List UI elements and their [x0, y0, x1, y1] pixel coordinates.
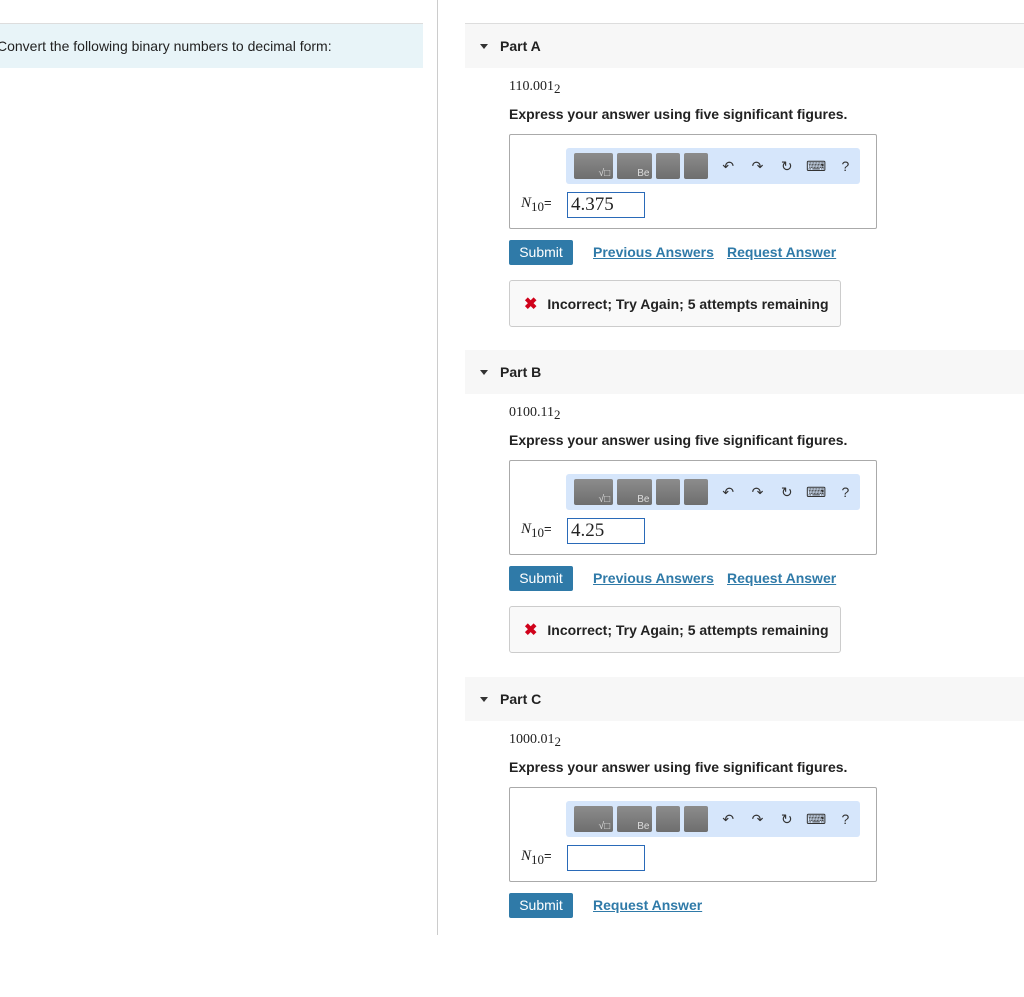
- binary-digits: 1000.01: [509, 732, 555, 747]
- incorrect-x-icon: ✖: [524, 295, 538, 313]
- problem-prompt: Convert the following binary numbers to …: [0, 24, 423, 68]
- feedback-box: ✖ Incorrect; Try Again; 5 attempts remain…: [509, 606, 841, 653]
- binary-digits: 110.001: [509, 79, 554, 94]
- column-divider: [437, 0, 438, 935]
- templates-button[interactable]: √□: [574, 479, 614, 505]
- format-button[interactable]: [656, 153, 681, 179]
- units-button[interactable]: [684, 153, 708, 179]
- answer-box: √□ Be ↶ ↷ ↻ ⌨ ? N10= 4.375: [509, 134, 877, 229]
- answer-label: N10=: [521, 195, 552, 214]
- answer-input[interactable]: 4.375: [567, 192, 645, 218]
- caret-down-icon[interactable]: [480, 696, 488, 702]
- units-button[interactable]: [684, 479, 708, 505]
- previous-answers-link[interactable]: Previous Answers: [593, 570, 714, 586]
- format-button[interactable]: [656, 806, 681, 832]
- binary-number: 1000.012: [509, 732, 561, 750]
- keyboard-icon[interactable]: ⌨: [801, 158, 830, 175]
- help-icon[interactable]: ?: [831, 158, 860, 174]
- request-answer-link[interactable]: Request Answer: [593, 897, 702, 913]
- base-subscript: 2: [553, 81, 561, 96]
- answer-input[interactable]: 4.25: [567, 518, 645, 544]
- part-title: Part A: [500, 38, 541, 54]
- part-section: Part B 0100.112 Express your answer usin…: [465, 350, 1024, 670]
- part-header[interactable]: Part C: [465, 677, 1024, 721]
- keyboard-icon[interactable]: ⌨: [801, 484, 830, 501]
- undo-icon[interactable]: ↶: [714, 811, 743, 828]
- math-toolbar: √□ Be ↶ ↷ ↻ ⌨ ?: [566, 474, 860, 510]
- caret-down-icon[interactable]: [480, 43, 488, 49]
- caret-down-icon[interactable]: [480, 369, 488, 375]
- help-icon[interactable]: ?: [831, 811, 860, 827]
- instruction: Express your answer using five significa…: [509, 106, 848, 122]
- answer-label: N10=: [521, 521, 552, 540]
- math-toolbar: √□ Be ↶ ↷ ↻ ⌨ ?: [566, 801, 860, 837]
- format-button[interactable]: [656, 479, 681, 505]
- submit-button[interactable]: Submit: [509, 566, 573, 591]
- previous-answers-link[interactable]: Previous Answers: [593, 244, 714, 260]
- binary-digits: 0100.11: [509, 405, 554, 420]
- incorrect-x-icon: ✖: [524, 621, 538, 639]
- undo-icon[interactable]: ↶: [714, 484, 743, 501]
- answer-box: √□ Be ↶ ↷ ↻ ⌨ ? N10=: [509, 787, 877, 882]
- redo-icon[interactable]: ↷: [743, 811, 772, 828]
- answer-box: √□ Be ↶ ↷ ↻ ⌨ ? N10= 4.25: [509, 460, 877, 555]
- keyboard-icon[interactable]: ⌨: [801, 811, 830, 828]
- part-header[interactable]: Part B: [465, 350, 1024, 394]
- templates-button[interactable]: √□: [574, 806, 614, 832]
- help-icon[interactable]: ?: [831, 484, 860, 500]
- part-title: Part C: [500, 691, 542, 707]
- feedback-box: ✖ Incorrect; Try Again; 5 attempts remain…: [509, 280, 841, 327]
- base-subscript: 2: [553, 407, 561, 422]
- feedback-text: Incorrect; Try Again; 5 attempts remaini…: [547, 621, 829, 638]
- reset-icon[interactable]: ↻: [772, 484, 801, 501]
- submit-button[interactable]: Submit: [509, 240, 573, 265]
- request-answer-link[interactable]: Request Answer: [727, 244, 836, 260]
- answer-input[interactable]: [567, 845, 645, 871]
- redo-icon[interactable]: ↷: [743, 158, 772, 175]
- undo-icon[interactable]: ↶: [714, 158, 743, 175]
- answer-label: N10=: [521, 848, 552, 867]
- greek-button[interactable]: Be: [617, 479, 653, 505]
- part-section: Part A 110.0012 Express your answer usin…: [465, 24, 1024, 344]
- reset-icon[interactable]: ↻: [772, 158, 801, 175]
- math-toolbar: √□ Be ↶ ↷ ↻ ⌨ ?: [566, 148, 860, 184]
- reset-icon[interactable]: ↻: [772, 811, 801, 828]
- part-section: Part C 1000.012 Express your answer usin…: [465, 677, 1024, 997]
- binary-number: 110.0012: [509, 79, 560, 97]
- units-button[interactable]: [684, 806, 708, 832]
- part-title: Part B: [500, 364, 542, 380]
- templates-button[interactable]: √□: [574, 153, 614, 179]
- instruction: Express your answer using five significa…: [509, 759, 848, 775]
- request-answer-link[interactable]: Request Answer: [727, 570, 836, 586]
- submit-button[interactable]: Submit: [509, 893, 573, 918]
- redo-icon[interactable]: ↷: [743, 484, 772, 501]
- binary-number: 0100.112: [509, 405, 560, 423]
- part-header[interactable]: Part A: [465, 24, 1024, 68]
- instruction: Express your answer using five significa…: [509, 432, 848, 448]
- greek-button[interactable]: Be: [617, 806, 653, 832]
- feedback-text: Incorrect; Try Again; 5 attempts remaini…: [547, 295, 829, 312]
- greek-button[interactable]: Be: [617, 153, 653, 179]
- base-subscript: 2: [554, 734, 562, 749]
